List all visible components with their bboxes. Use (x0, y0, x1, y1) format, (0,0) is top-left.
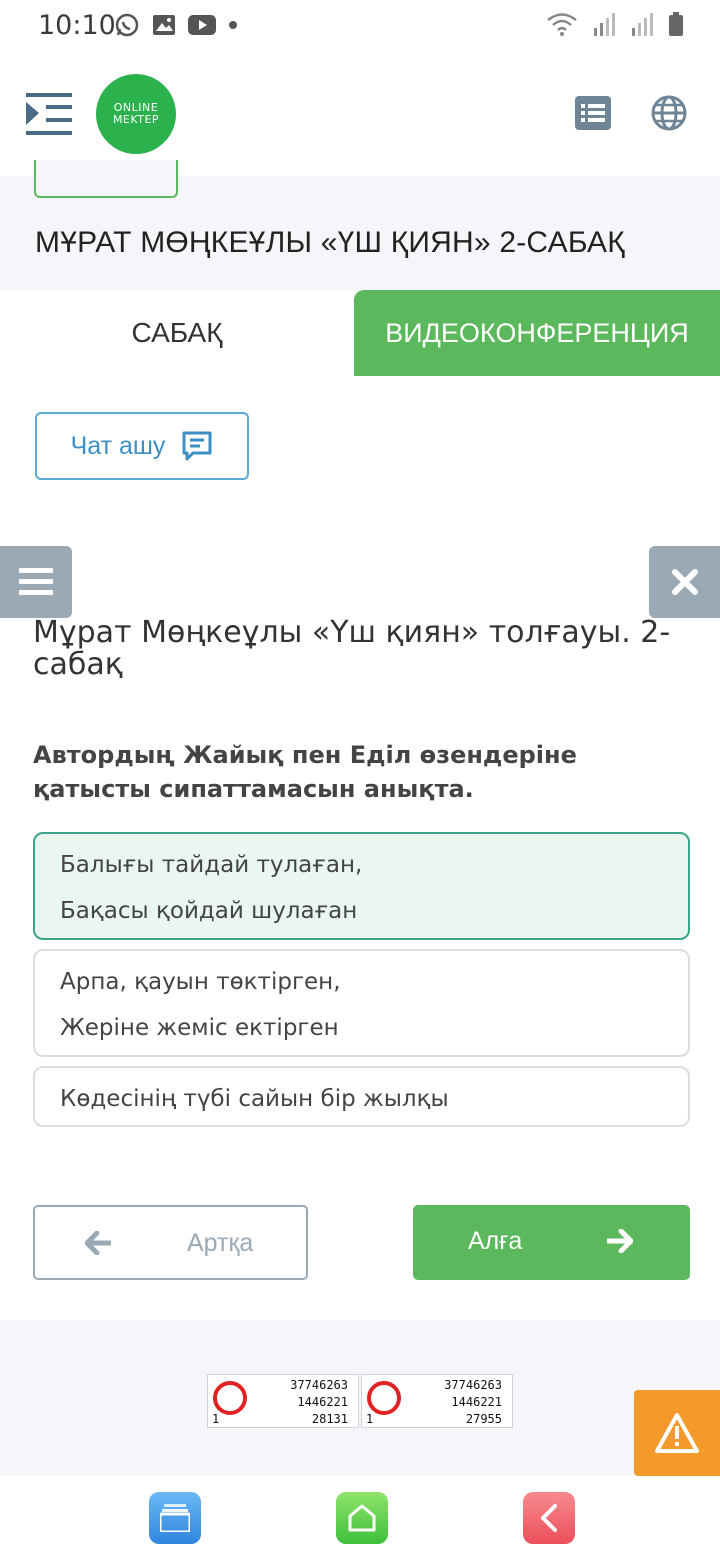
next-button[interactable]: Алға (413, 1205, 690, 1280)
tab-lesson[interactable]: САБАҚ (0, 290, 354, 376)
back-nav-button[interactable] (523, 1492, 575, 1544)
question-text: Автордың Жайық пен Еділ өзендеріне қатыс… (33, 741, 577, 803)
home-button[interactable] (336, 1492, 388, 1544)
close-button[interactable] (649, 546, 720, 618)
status-left-icons (114, 12, 238, 38)
menu-indent-icon[interactable] (26, 93, 72, 135)
tab-videoconference[interactable]: ВИДЕОКОНФЕРЕНЦИЯ (354, 290, 720, 376)
visit-counter[interactable]: 37746263 1446221 28131 1 (207, 1374, 359, 1428)
report-problem-button[interactable] (634, 1390, 720, 1476)
signal-icon (632, 13, 653, 36)
option-line: Жеріне жеміс ектірген (60, 1015, 339, 1041)
chat-icon (182, 431, 212, 461)
arrow-right-icon (607, 1229, 633, 1253)
arrow-left-icon (85, 1231, 111, 1255)
counter-online: 1 (366, 1412, 374, 1426)
youtube-icon (188, 15, 216, 35)
back-button[interactable]: Артқа (33, 1205, 308, 1280)
counter-online: 1 (212, 1412, 220, 1426)
topic-title: Мұрат Мөңкеұлы «Үш қиян» толғауы. 2-саба… (33, 615, 671, 682)
logo-line2: MEKTEP (112, 113, 160, 126)
visit-counter[interactable]: 37746263 1446221 27955 1 (361, 1374, 513, 1428)
recent-apps-button[interactable] (149, 1492, 201, 1544)
option-line: Көдесінің түбі сайын бір жылқы (60, 1086, 449, 1112)
option-line: Бақасы қойдай шулаған (60, 898, 358, 924)
counter-day: 28131 (311, 1412, 348, 1426)
online-mektep-logo[interactable]: ONLINE MEKTEP (96, 74, 176, 154)
footer-band (0, 1320, 720, 1476)
home-icon (348, 1504, 376, 1532)
side-menu-button[interactable] (0, 546, 72, 618)
back-label: Артқа (187, 1229, 254, 1257)
counter-day: 27955 (465, 1412, 502, 1426)
counter-circle-icon (367, 1381, 401, 1415)
counter-month: 1446221 (451, 1395, 502, 1409)
globe-icon[interactable] (651, 95, 687, 131)
counter-circle-icon (213, 1381, 247, 1415)
chevron-left-icon (541, 1504, 557, 1532)
counter-month: 1446221 (297, 1395, 348, 1409)
counter-total: 37746263 (290, 1378, 348, 1392)
status-right-icons (546, 12, 684, 36)
recent-apps-icon (160, 1504, 190, 1532)
answer-option-3[interactable]: Көдесінің түбі сайын бір жылқы (33, 1066, 690, 1127)
open-chat-button[interactable]: Чат ашу (35, 412, 249, 480)
counter-total: 37746263 (444, 1378, 502, 1392)
list-icon[interactable] (575, 96, 611, 130)
next-label: Алға (468, 1227, 523, 1255)
open-chat-label: Чат ашу (70, 431, 166, 460)
dot-icon (229, 21, 237, 29)
partial-badge (34, 160, 178, 198)
close-icon (671, 569, 698, 595)
hamburger-icon (19, 568, 53, 595)
battery-icon (669, 12, 683, 36)
option-line: Балығы тайдай тулаған, (60, 852, 363, 878)
whatsapp-icon (115, 13, 139, 37)
wifi-icon (547, 13, 577, 36)
answer-option-2[interactable]: Арпа, қауын төктірген, Жеріне жеміс екті… (33, 949, 690, 1057)
gallery-icon (153, 15, 175, 35)
option-line: Арпа, қауын төктірген, (60, 969, 341, 995)
signal-icon (594, 13, 615, 36)
status-time: 10:10 (38, 10, 116, 41)
lesson-title: МҰРАТ МӨҢКЕҰЛЫ «ҮШ ҚИЯН» 2-САБАҚ (35, 226, 625, 259)
warning-icon (655, 1413, 699, 1453)
answer-option-1[interactable]: Балығы тайдай тулаған, Бақасы қойдай шул… (33, 832, 690, 940)
